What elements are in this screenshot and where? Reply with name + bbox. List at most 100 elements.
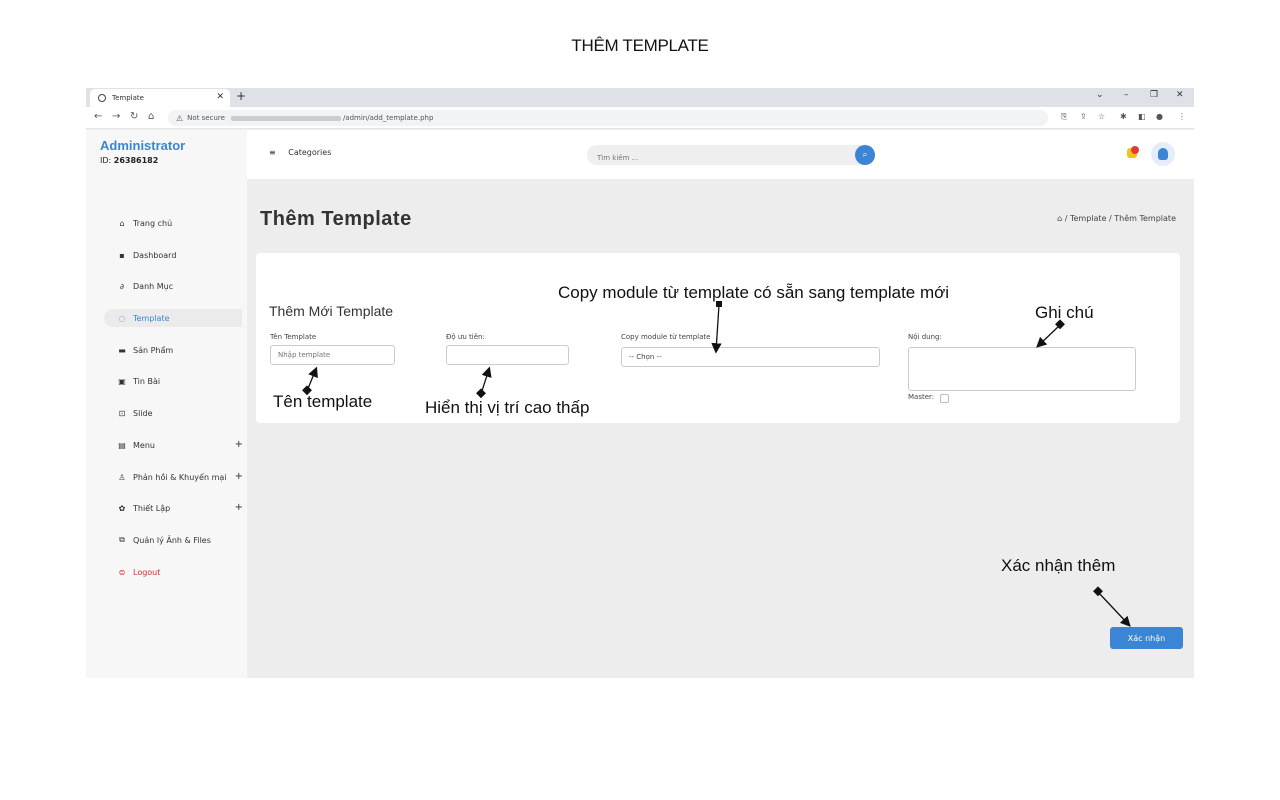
- top-bar: ≡ Categories ⌕: [247, 130, 1194, 179]
- share-icon[interactable]: ⇪: [1080, 112, 1087, 121]
- sidebar-item-thiet-lap[interactable]: ✿ Thiết Lập +: [104, 499, 247, 517]
- star-icon[interactable]: ☆: [1098, 112, 1105, 121]
- priority-label: Độ ưu tiên:: [446, 333, 485, 341]
- gear-icon: ✿: [118, 503, 126, 513]
- annotation-copy-module: Copy module từ template có sẵn sang temp…: [558, 283, 950, 302]
- content-label: Nội dung:: [908, 333, 942, 341]
- confirm-button[interactable]: Xác nhận: [1110, 627, 1183, 649]
- sidebar-item-quan-ly-anh[interactable]: ⧉ Quản lý Ảnh & Files: [104, 531, 247, 549]
- categories-label: Categories: [288, 148, 332, 157]
- master-label: Master:: [908, 393, 935, 401]
- priority-input[interactable]: [446, 345, 569, 365]
- restore-icon[interactable]: ❐: [1150, 90, 1158, 100]
- translate-icon[interactable]: ⎘: [1061, 112, 1067, 122]
- grid-icon: ▪: [119, 250, 125, 260]
- extensions-icon[interactable]: ✱: [1120, 112, 1127, 121]
- master-checkbox[interactable]: [940, 394, 949, 403]
- news-icon: ▣: [118, 376, 126, 386]
- sidebar-item-slide[interactable]: ⊡ Slide: [104, 404, 247, 422]
- tab-title: Template: [112, 94, 144, 102]
- browser-tab[interactable]: Template ✕: [90, 89, 230, 107]
- user-icon: ♙: [118, 472, 126, 482]
- browser-window: Template ✕ + ⌄ – ❐ ✕ ← → ↻ ⌂ ⚠ Not secur…: [86, 88, 1194, 678]
- expand-icon[interactable]: +: [235, 439, 243, 450]
- sidebar-item-logout[interactable]: ⊜ Logout: [104, 563, 247, 581]
- sidepanel-icon[interactable]: ◧: [1138, 112, 1146, 121]
- user-avatar-icon: [1158, 148, 1168, 160]
- sidebar-item-label: Menu: [133, 440, 155, 450]
- copy-module-label: Copy module từ template: [621, 333, 711, 341]
- sidebar-item-dashboard[interactable]: ▪ Dashboard: [104, 246, 247, 264]
- expand-icon[interactable]: +: [235, 502, 243, 513]
- annotation-note: Ghi chú: [1035, 303, 1094, 322]
- annotation-priority: Hiển thị vị trí cao thấp: [425, 398, 590, 417]
- form-title: Thêm Mới Template: [269, 303, 394, 319]
- circle-icon: ◌: [118, 313, 126, 323]
- search-box: ⌕: [587, 145, 875, 168]
- sidebar-item-trang-chu[interactable]: ⌂ Trang chủ: [104, 214, 247, 232]
- new-tab-icon[interactable]: +: [236, 89, 246, 103]
- sidebar-item-label: Quản lý Ảnh & Files: [133, 535, 211, 545]
- profile-icon[interactable]: ●: [1156, 112, 1163, 121]
- name-label: Tên Template: [270, 333, 317, 341]
- admin-id-label: ID:: [100, 156, 112, 165]
- minimize-icon[interactable]: –: [1124, 90, 1129, 100]
- sidebar-item-label: Slide: [133, 408, 153, 418]
- chevron-down-icon[interactable]: ⌄: [1096, 90, 1104, 100]
- sidebar-item-label: Phản hồi & Khuyến mại: [133, 472, 227, 482]
- annotation-confirm: Xác nhận thêm: [1001, 556, 1116, 575]
- url-host-blurred: [230, 115, 341, 121]
- sidebar-item-danh-muc[interactable]: ∂ Danh Mục: [104, 277, 247, 295]
- sidebar-item-label: Sản Phẩm: [133, 345, 174, 355]
- hamburger-icon: ≡: [269, 148, 276, 157]
- sidebar-item-menu[interactable]: ▤ Menu +: [104, 436, 247, 454]
- admin-page: Administrator ID: 26386182 ⌂ Trang chủ ▪…: [86, 130, 1194, 678]
- home-browser-icon[interactable]: ⌂: [148, 111, 154, 122]
- reload-icon[interactable]: ↻: [130, 111, 138, 122]
- sidebar-item-tin-bai[interactable]: ▣ Tin Bài: [104, 372, 247, 390]
- notification-badge: [1131, 146, 1139, 154]
- home-icon: ⌂: [119, 218, 125, 228]
- forward-icon[interactable]: →: [112, 111, 120, 122]
- globe-icon: [98, 94, 106, 102]
- sidebar: Administrator ID: 26386182 ⌂ Trang chủ ▪…: [86, 130, 247, 678]
- admin-id-value: 26386182: [113, 156, 159, 165]
- close-tab-icon[interactable]: ✕: [216, 92, 224, 102]
- copy-module-selected: -- Chọn --: [629, 353, 662, 361]
- box-icon: ▬: [118, 345, 126, 355]
- sidebar-item-phan-hoi[interactable]: ♙ Phản hồi & Khuyến mại +: [104, 468, 247, 486]
- template-name-input[interactable]: [270, 345, 395, 365]
- link-icon: ∂: [119, 281, 125, 291]
- annotation-template-name: Tên template: [273, 392, 373, 411]
- slide-icon: ⊡: [118, 408, 126, 418]
- content-textarea[interactable]: [908, 347, 1136, 391]
- tab-strip: Template ✕ + ⌄ – ❐ ✕: [86, 88, 1194, 107]
- url-path: /admin/add_template.php: [342, 114, 434, 122]
- sidebar-item-san-pham[interactable]: ▬ Sản Phẩm: [104, 341, 247, 359]
- sidebar-item-label: Template: [133, 313, 170, 323]
- copy-module-select[interactable]: -- Chọn --: [621, 347, 880, 367]
- url-security: Not secure: [187, 114, 225, 122]
- page-title: Thêm Template: [260, 208, 412, 230]
- sidebar-item-label: Dashboard: [133, 250, 177, 260]
- close-window-icon[interactable]: ✕: [1176, 90, 1184, 100]
- search-icon[interactable]: ⌕: [855, 145, 875, 165]
- admin-id: ID: 26386182: [100, 156, 158, 165]
- categories-button[interactable]: ≡ Categories: [269, 148, 331, 157]
- search-input[interactable]: [587, 148, 855, 168]
- menu-icon: ▤: [118, 440, 126, 450]
- document-title: THÊM TEMPLATE: [571, 36, 709, 55]
- sidebar-item-label: Trang chủ: [133, 218, 173, 228]
- logout-icon: ⊜: [118, 567, 126, 577]
- avatar[interactable]: [1151, 142, 1175, 166]
- breadcrumb[interactable]: ⌂ / Template / Thêm Template: [1057, 214, 1176, 223]
- back-icon[interactable]: ←: [94, 111, 102, 122]
- add-template-form: Thêm Mới Template Tên Template Độ ưu tiê…: [256, 253, 1180, 423]
- admin-title: Administrator: [100, 138, 186, 153]
- url-field[interactable]: ⚠ Not secure /admin/add_template.php: [168, 110, 1048, 126]
- expand-icon[interactable]: +: [235, 471, 243, 482]
- sidebar-item-template[interactable]: ◌ Template: [104, 309, 242, 327]
- warning-icon: ⚠: [176, 113, 184, 123]
- sidebar-item-label: Thiết Lập: [133, 503, 171, 513]
- kebab-menu-icon[interactable]: ⋮: [1178, 112, 1186, 121]
